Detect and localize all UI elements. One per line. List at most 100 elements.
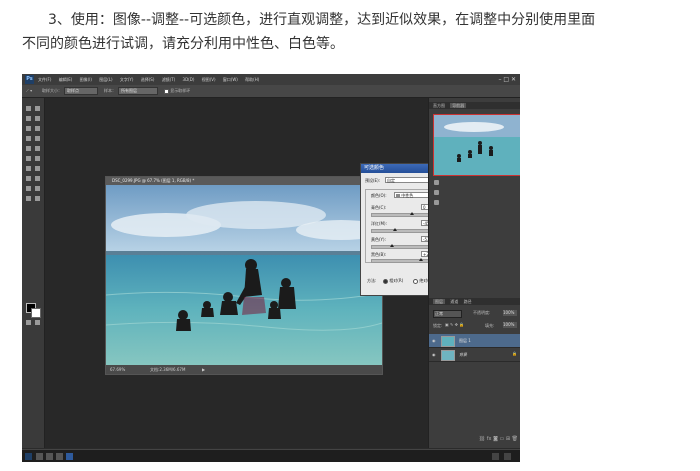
delete-layer-icon[interactable]: 🗑 [512, 436, 518, 442]
tab-paths[interactable]: 路径 [464, 299, 472, 304]
status-arrow-icon[interactable]: ▶ [202, 365, 205, 374]
eyedropper-icon[interactable]: ⟋ ▾ [26, 85, 32, 97]
add-style-icon[interactable]: fx [487, 436, 492, 442]
method-relative-radio[interactable] [383, 278, 388, 284]
blend-mode-select[interactable]: 正常 [433, 310, 462, 318]
yellow-slider-thumb[interactable] [390, 244, 395, 247]
tab-navigator[interactable]: 导航器 [450, 103, 467, 108]
magenta-label: 洋红(M): [371, 221, 387, 226]
styles-icon[interactable] [434, 190, 439, 195]
menu-edit[interactable]: 编辑(E) [59, 77, 73, 82]
navigator-tabs: 直方图 导航器 [429, 102, 520, 109]
layer-actions-bar: ⛓ fx ◙ ▭ ⊞ 🗑 [429, 436, 520, 446]
taskbar [22, 449, 520, 462]
taskbar-app-icon[interactable] [56, 453, 63, 460]
menu-bar: Ps 文件(F) 编辑(E) 图像(I) 图层(L) 文字(Y) 选择(S) 滤… [22, 74, 520, 85]
canvas-area: DSC_0299.JPG @ 67.7% (图层 1, RGB/8) * 67.… [45, 98, 507, 448]
zoom-tool-icon[interactable] [35, 196, 40, 201]
eyedropper-tool-icon[interactable] [35, 126, 40, 131]
black-slider-thumb[interactable] [419, 258, 424, 261]
layer-name[interactable]: 背景 [459, 352, 467, 358]
marquee-tool-icon[interactable] [35, 106, 40, 111]
stamp-tool-icon[interactable] [26, 146, 31, 151]
move-tool-icon[interactable] [26, 106, 31, 111]
taskbar-app-icon[interactable] [46, 453, 53, 460]
tab-layers[interactable]: 图层 [433, 299, 445, 304]
link-layers-icon[interactable]: ⛓ [479, 436, 485, 442]
swatches-icon[interactable] [434, 200, 439, 205]
history-brush-tool-icon[interactable] [35, 146, 40, 151]
zoom-level[interactable]: 67.69% [110, 365, 125, 374]
document-tab-title[interactable]: DSC_0299.JPG @ 67.7% (图层 1, RGB/8) * [106, 177, 382, 185]
layer-thumbnail [441, 336, 455, 347]
menu-3d[interactable]: 3D(D) [183, 77, 195, 82]
menu-filter[interactable]: 滤镜(T) [162, 77, 176, 82]
menu-layer[interactable]: 图层(L) [99, 77, 112, 82]
tray-icon[interactable] [504, 453, 511, 460]
fill-input[interactable]: 100% [503, 322, 517, 328]
layer-thumbnail [441, 350, 455, 361]
window-controls[interactable]: – □ ✕ [498, 74, 516, 85]
type-tool-icon[interactable] [35, 176, 40, 181]
lock-icons[interactable]: ▣ ✎ ✥ 🔒 [445, 322, 464, 327]
sample-label: 样本： [104, 88, 116, 93]
menu-help[interactable]: 帮助(H) [245, 77, 259, 82]
sampling-ring-checkbox[interactable] [164, 88, 169, 94]
lasso-tool-icon[interactable] [26, 116, 31, 121]
layers-tabs: 图层 通道 路径 [429, 298, 520, 305]
tray-icon[interactable] [492, 453, 499, 460]
document-window[interactable]: DSC_0299.JPG @ 67.7% (图层 1, RGB/8) * 67.… [105, 176, 383, 375]
sample-size-label: 取样大小： [42, 88, 62, 93]
eraser-tool-icon[interactable] [26, 156, 31, 161]
background-color-swatch[interactable] [31, 308, 41, 318]
new-layer-icon[interactable]: ⊞ [506, 436, 510, 442]
menu-window[interactable]: 窗口(W) [223, 77, 238, 82]
path-select-tool-icon[interactable] [26, 186, 31, 191]
blur-tool-icon[interactable] [26, 166, 31, 171]
eye-icon[interactable]: ◉ [432, 338, 436, 343]
healing-tool-icon[interactable] [26, 136, 31, 141]
document-status-bar: 67.69% 文档:2.36M/6.67M ▶ [106, 365, 382, 374]
yellow-label: 黄色(Y): [371, 237, 386, 242]
tab-histogram[interactable]: 直方图 [433, 103, 445, 108]
magenta-slider-thumb[interactable] [393, 228, 398, 231]
screen-mode-icon[interactable] [35, 320, 40, 325]
fill-label: 填充: [485, 323, 495, 328]
layer-name[interactable]: 图层 1 [459, 338, 471, 344]
menu-view[interactable]: 视图(V) [202, 77, 216, 82]
tab-channels[interactable]: 通道 [450, 299, 458, 304]
menu-file[interactable]: 文件(F) [38, 77, 51, 82]
layer-row[interactable]: ◉ 图层 1 [429, 334, 520, 348]
quick-mask-icon[interactable] [26, 320, 31, 325]
method-label: 方法: [367, 278, 377, 283]
photoshop-logo: Ps [25, 75, 34, 84]
menu-image[interactable]: 图像(I) [80, 77, 92, 82]
menu-select[interactable]: 选择(S) [141, 77, 155, 82]
navigator-preview[interactable] [433, 114, 520, 176]
pen-tool-icon[interactable] [26, 176, 31, 181]
brush-tool-icon[interactable] [35, 136, 40, 141]
quick-select-tool-icon[interactable] [35, 116, 40, 121]
method-absolute-radio[interactable] [413, 278, 418, 284]
cyan-slider-thumb[interactable] [410, 212, 414, 215]
add-mask-icon[interactable]: ◙ [493, 436, 498, 442]
menu-list: 文件(F) 编辑(E) 图像(I) 图层(L) 文字(Y) 选择(S) 滤镜(T… [38, 74, 265, 85]
taskbar-photoshop-icon[interactable] [66, 453, 73, 460]
crop-tool-icon[interactable] [26, 126, 31, 131]
hand-tool-icon[interactable] [26, 196, 31, 201]
layer-row[interactable]: ◉ 背景 🔒 [429, 348, 520, 362]
gradient-tool-icon[interactable] [35, 156, 40, 161]
opacity-input[interactable]: 100% [503, 310, 517, 316]
menu-type[interactable]: 文字(Y) [120, 77, 134, 82]
dodge-tool-icon[interactable] [35, 166, 40, 171]
new-group-icon[interactable]: ▭ [500, 436, 505, 442]
start-icon[interactable] [25, 453, 32, 460]
eye-icon[interactable]: ◉ [432, 352, 436, 357]
article-text: 3、使用：图像--调整--可选颜色，进行直观调整，达到近似效果，在调整中分别使用… [22, 8, 692, 56]
adjustments-icon[interactable] [434, 180, 439, 185]
shape-tool-icon[interactable] [35, 186, 40, 191]
taskbar-app-icon[interactable] [36, 453, 43, 460]
right-panel-dock: 直方图 导航器 图层 通道 路径 正常 不透明度: 100% 锁定: ▣ ✎ ✥… [428, 98, 520, 448]
sample-size-select[interactable]: 取样点 [64, 87, 98, 95]
sample-select[interactable]: 所有图层 [118, 87, 158, 95]
